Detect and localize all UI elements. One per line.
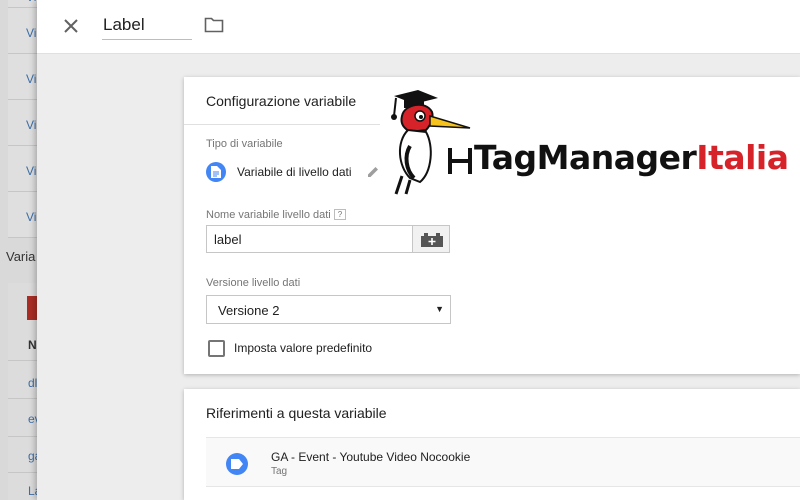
- data-layer-name-label: Nome variabile livello dati: [206, 209, 331, 221]
- divider: [8, 436, 40, 437]
- variable-editor-panel: Configurazione variabile Tipo di variabi…: [37, 0, 800, 500]
- pencil-icon[interactable]: [367, 165, 380, 183]
- background-link[interactable]: dl: [28, 376, 37, 390]
- reference-type: Tag: [271, 466, 288, 477]
- list-item-label[interactable]: Vi: [26, 210, 36, 224]
- list-item[interactable]: Vi: [8, 0, 40, 8]
- divider: [8, 398, 40, 399]
- data-layer-name-input[interactable]: [206, 225, 412, 253]
- list-item[interactable]: Vi: [8, 146, 40, 192]
- logo-wordmark: TagManagerItalia: [474, 138, 789, 177]
- close-button[interactable]: [59, 14, 83, 38]
- list-item-label[interactable]: Vi: [26, 0, 36, 4]
- background-section-label: Varia: [6, 249, 36, 264]
- dropdown-arrow-icon: ▼: [435, 304, 444, 314]
- list-item[interactable]: Vi: [8, 54, 40, 100]
- woodpecker-mascot-icon: [391, 90, 472, 195]
- help-icon[interactable]: ?: [334, 209, 346, 220]
- default-value-label[interactable]: Imposta valore predefinito: [234, 341, 372, 355]
- list-item[interactable]: Vi: [8, 192, 40, 238]
- variable-references-card: Riferimenti a questa variabile GA - Even…: [184, 389, 800, 500]
- list-item[interactable]: Vi: [8, 100, 40, 146]
- divider: [8, 360, 40, 361]
- list-item-label[interactable]: Vi: [26, 72, 36, 86]
- insert-variable-button[interactable]: [412, 225, 450, 253]
- reference-row[interactable]: GA - Event - Youtube Video Nocookie Tag: [206, 437, 800, 487]
- logo-text-italia: Italia: [696, 138, 789, 177]
- reference-name[interactable]: GA - Event - Youtube Video Nocookie: [271, 450, 470, 464]
- variable-type-label: Tipo di variabile: [206, 138, 283, 150]
- tag-icon: [226, 453, 248, 475]
- data-layer-version-label: Versione livello dati: [206, 277, 301, 289]
- select-value: Versione 2: [218, 303, 280, 318]
- data-layer-version-select[interactable]: Versione 2 ▼: [206, 295, 451, 324]
- default-value-checkbox[interactable]: [208, 340, 225, 357]
- background-column-header: N: [28, 338, 37, 352]
- list-item-label[interactable]: Vi: [26, 26, 36, 40]
- variable-name-input[interactable]: [102, 10, 192, 40]
- logo-text-tagmanager: TagManager: [474, 138, 697, 177]
- close-icon[interactable]: [59, 14, 83, 38]
- divider: [8, 472, 40, 473]
- list-item-label[interactable]: Vi: [26, 164, 36, 178]
- folder-icon[interactable]: [204, 16, 224, 39]
- card-title: Configurazione variabile: [206, 93, 357, 109]
- list-item[interactable]: Vi: [8, 8, 40, 54]
- card-title: Riferimenti a questa variabile: [206, 405, 387, 421]
- variable-type-value: Variabile di livello dati: [237, 165, 352, 179]
- tagmanageritalia-logo: TagManagerItalia: [380, 86, 800, 196]
- variable-picker-icon[interactable]: [421, 233, 443, 247]
- document-icon: [206, 162, 226, 182]
- editor-header: [37, 0, 800, 54]
- list-item-label[interactable]: Vi: [26, 118, 36, 132]
